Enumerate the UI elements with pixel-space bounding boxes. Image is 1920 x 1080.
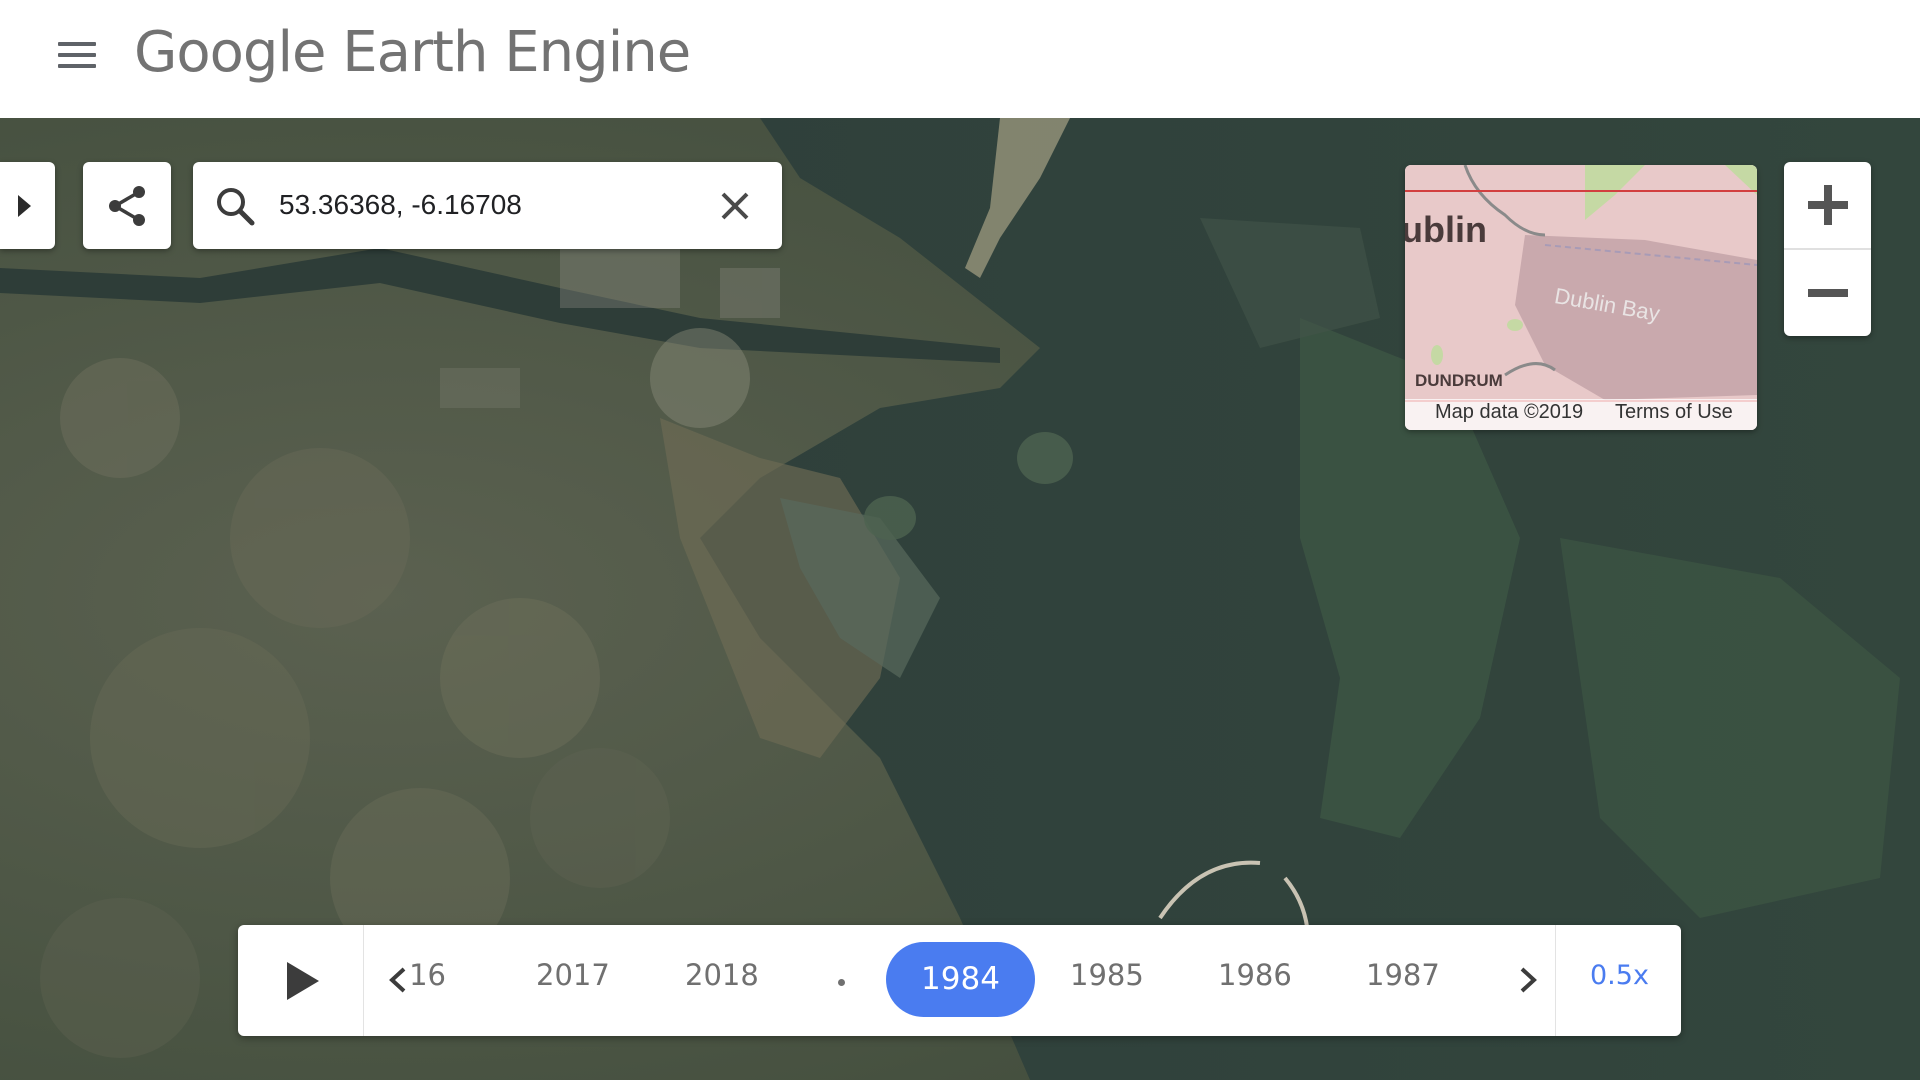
logo-brand: Google bbox=[134, 20, 326, 85]
terms-of-use-link[interactable]: Terms of Use bbox=[1615, 401, 1733, 424]
timeline-year[interactable]: 1987 bbox=[1366, 958, 1440, 992]
chevron-right-icon[interactable] bbox=[1508, 955, 1548, 1005]
logo-product: Earth Engine bbox=[342, 20, 691, 85]
timelapse-timeline: 2016 2017 2018 1984 1985 1986 1987 0.5x bbox=[238, 925, 1681, 1036]
search-box bbox=[193, 162, 782, 249]
triangle-right-icon bbox=[18, 195, 31, 217]
timeline-wrap-separator bbox=[838, 979, 845, 986]
play-icon bbox=[287, 962, 319, 1000]
search-icon[interactable] bbox=[213, 184, 257, 228]
timeline-year[interactable]: 2016 bbox=[410, 958, 446, 992]
zoom-out-button[interactable] bbox=[1784, 250, 1871, 336]
timeline-year[interactable]: 2018 bbox=[685, 958, 759, 992]
close-icon[interactable] bbox=[713, 184, 757, 228]
minimap-district-label: DUNDRUM bbox=[1415, 371, 1503, 390]
app-header: Google Earth Engine bbox=[0, 0, 1920, 118]
minus-icon bbox=[1808, 289, 1848, 297]
timeline-year-selected[interactable]: 1984 bbox=[886, 942, 1035, 1017]
timeline-year[interactable]: 1986 bbox=[1218, 958, 1292, 992]
minimap-city-label: ublin bbox=[1405, 209, 1487, 250]
timeline-year[interactable]: 2017 bbox=[536, 958, 610, 992]
overview-minimap[interactable]: ublin Dublin Bay DUNDRUM Map data ©2019 … bbox=[1405, 165, 1757, 430]
timeline-year[interactable]: 1985 bbox=[1070, 958, 1144, 992]
map-data-attribution: Map data ©2019 bbox=[1435, 401, 1584, 423]
app-logo: Google Earth Engine bbox=[134, 20, 691, 85]
share-icon bbox=[109, 186, 145, 226]
zoom-in-button[interactable] bbox=[1784, 162, 1871, 248]
speed-separator bbox=[1555, 925, 1556, 1036]
play-button[interactable] bbox=[238, 925, 364, 1036]
share-button[interactable] bbox=[83, 162, 171, 249]
search-input[interactable] bbox=[277, 182, 697, 228]
hamburger-menu-icon[interactable] bbox=[56, 38, 100, 72]
panel-toggle-button[interactable] bbox=[0, 162, 55, 249]
zoom-control bbox=[1784, 162, 1871, 336]
playback-speed-button[interactable]: 0.5x bbox=[1590, 960, 1649, 991]
